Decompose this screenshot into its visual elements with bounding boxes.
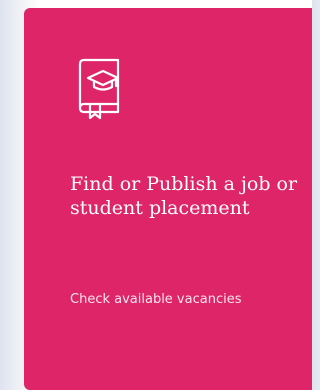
- card-title: Find or Publish a job or student placeme…: [70, 173, 298, 219]
- book-graduation-cap-icon: [70, 54, 130, 120]
- job-placement-card[interactable]: Find or Publish a job or student placeme…: [24, 8, 312, 390]
- card-subtitle: Check available vacancies: [70, 292, 242, 307]
